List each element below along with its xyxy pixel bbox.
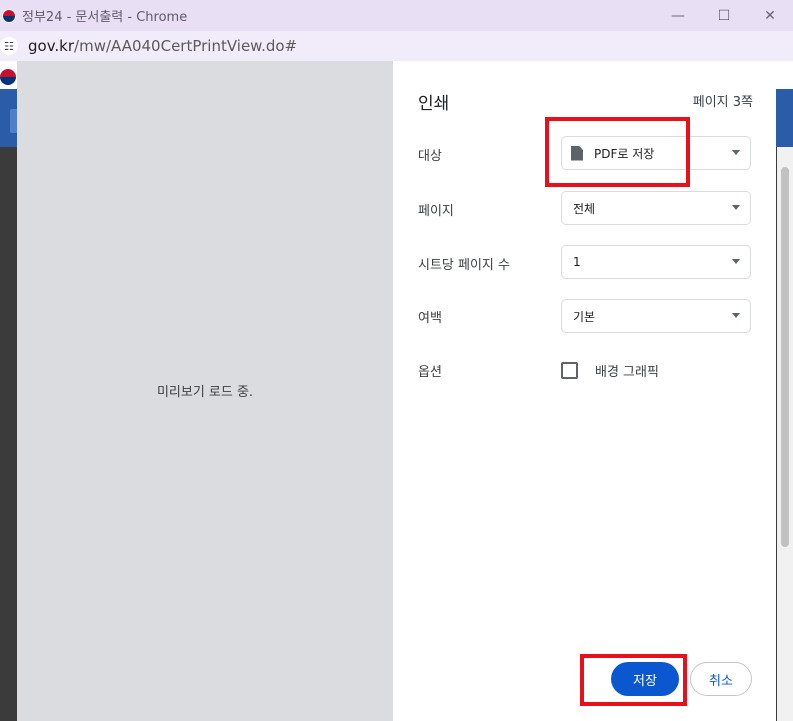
margins-label: 여백	[418, 311, 442, 326]
pages-per-sheet-select[interactable]: 1	[561, 245, 751, 279]
maximize-icon[interactable]: ☐	[701, 0, 747, 31]
cancel-button[interactable]: 취소	[690, 662, 752, 696]
background-graphics-label: 배경 그래픽	[595, 365, 659, 380]
pages-per-sheet-label: 시트당 페이지 수	[418, 258, 510, 273]
margins-value: 기본	[573, 309, 596, 324]
minimize-icon[interactable]: —	[655, 0, 701, 31]
page-scrollbar[interactable]	[777, 147, 793, 721]
close-icon[interactable]: ✕	[747, 0, 793, 31]
window-controls: — ☐ ✕	[655, 0, 793, 31]
window-title-bar: 정부24 - 문서출력 - Chrome — ☐ ✕	[0, 0, 793, 31]
pages-select[interactable]: 전체	[561, 191, 751, 225]
page-scrollbar-thumb[interactable]	[781, 167, 789, 547]
save-button[interactable]: 저장	[611, 662, 679, 696]
margins-select[interactable]: 기본	[561, 299, 751, 333]
background-graphics-option[interactable]: 배경 그래픽	[561, 361, 659, 380]
destination-label: 대상	[418, 149, 442, 164]
gov-logo-icon	[2, 8, 16, 23]
print-dialog: 미리보기 로드 중. 인쇄 페이지 3쪽 대상 PDF로 저장 페이지 전체 시…	[17, 61, 776, 721]
url-path: /mw/AA040CertPrintView.do#	[74, 37, 298, 55]
print-settings-panel: 인쇄 페이지 3쪽 대상 PDF로 저장 페이지 전체 시트당 페이지 수 1 …	[393, 61, 776, 721]
destination-select[interactable]: PDF로 저장	[561, 136, 751, 170]
url-host: gov.kr	[28, 37, 75, 55]
background-graphics-checkbox[interactable]	[561, 362, 578, 379]
page-gov-logo-icon	[0, 69, 16, 85]
chevron-down-icon	[732, 150, 740, 155]
destination-value: PDF로 저장	[594, 146, 655, 161]
print-title: 인쇄	[418, 94, 450, 114]
pages-value: 전체	[573, 201, 596, 216]
window-title: 정부24 - 문서출력 - Chrome	[22, 10, 188, 25]
print-preview: 미리보기 로드 중.	[17, 61, 393, 721]
preview-loading-text: 미리보기 로드 중.	[156, 385, 254, 400]
pages-per-sheet-value: 1	[573, 255, 581, 269]
address-bar[interactable]: ☷ gov.kr/mw/AA040CertPrintView.do#	[0, 31, 793, 61]
pages-label: 페이지	[418, 204, 454, 219]
chevron-down-icon	[732, 259, 740, 264]
site-info-icon[interactable]: ☷	[0, 37, 18, 55]
chevron-down-icon	[732, 205, 740, 210]
file-icon	[571, 145, 583, 161]
chevron-down-icon	[732, 313, 740, 318]
page-count: 페이지 3쪽	[692, 95, 753, 110]
options-label: 옵션	[418, 365, 442, 380]
